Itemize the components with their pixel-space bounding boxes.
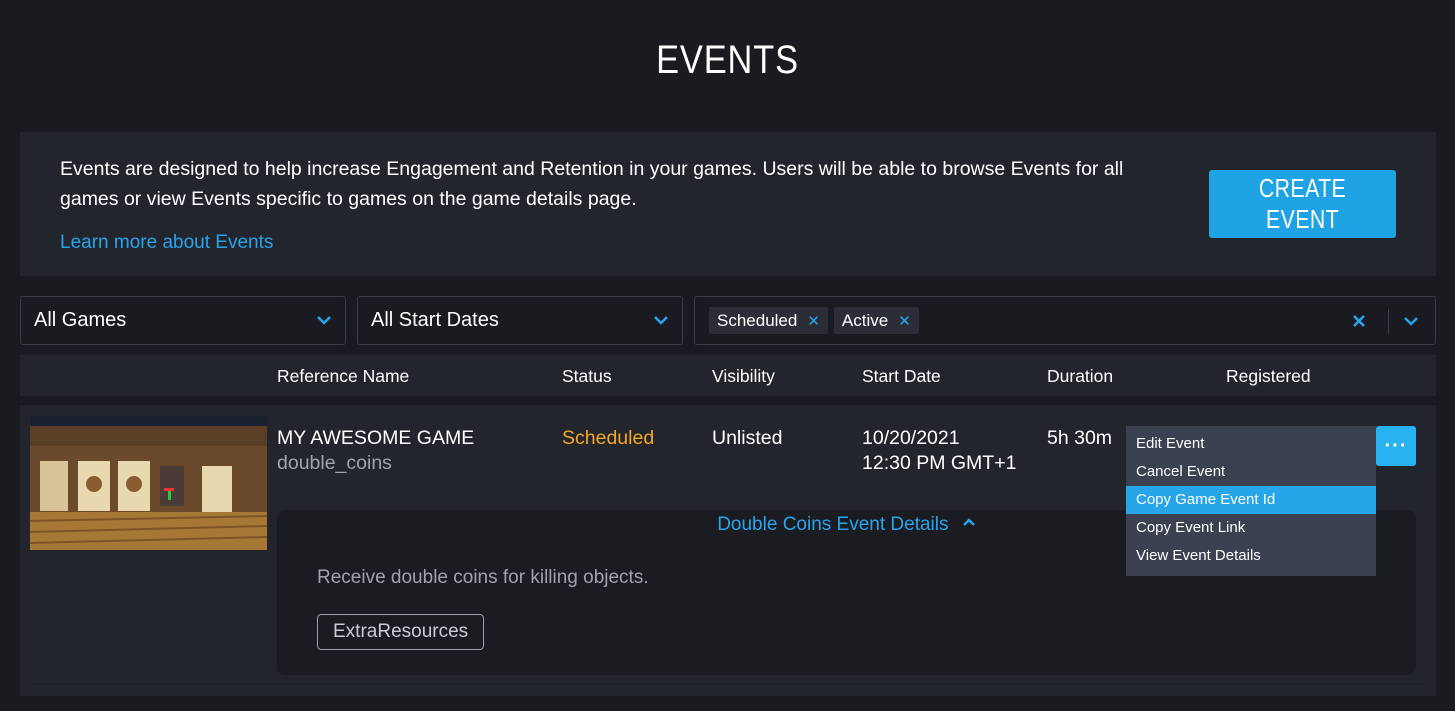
status-chip-active: Active ✕ xyxy=(833,307,919,334)
page-title: EVENTS xyxy=(656,38,799,82)
start-dates-filter-dropdown[interactable]: All Start Dates xyxy=(357,296,683,345)
column-header-start-date: Start Date xyxy=(862,366,941,386)
chevron-down-icon xyxy=(654,316,668,325)
more-icon: ··· xyxy=(1384,434,1408,457)
menu-item-view-event-details[interactable]: View Event Details xyxy=(1126,542,1376,570)
menu-item-cancel-event[interactable]: Cancel Event xyxy=(1126,458,1376,486)
event-actions-menu: Edit Event Cancel Event Copy Game Event … xyxy=(1126,426,1376,576)
event-visibility: Unlisted xyxy=(712,427,783,449)
chevron-down-icon[interactable] xyxy=(1402,312,1420,330)
start-date-value: 10/20/2021 xyxy=(862,427,960,449)
more-options-button[interactable]: ··· xyxy=(1376,426,1416,466)
games-filter-value: All Games xyxy=(34,309,127,331)
event-duration: 5h 30m xyxy=(1047,427,1113,449)
column-header-reference-name: Reference Name xyxy=(277,366,410,386)
game-thumbnail xyxy=(30,416,267,550)
column-header-duration: Duration xyxy=(1047,366,1114,386)
column-header-status: Status xyxy=(562,366,612,386)
event-description: Receive double coins for killing objects… xyxy=(317,567,649,588)
dates-filter-value: All Start Dates xyxy=(371,309,499,331)
event-name-cell: MY AWESOME GAME double_coins xyxy=(277,426,474,476)
event-tag: ExtraResources xyxy=(317,614,485,650)
clear-all-icon[interactable] xyxy=(1350,312,1368,330)
divider xyxy=(1388,309,1389,334)
column-header-visibility: Visibility xyxy=(712,366,775,386)
table-header: Reference Name Status Visibility Start D… xyxy=(20,355,1436,396)
chip-label: Scheduled xyxy=(717,310,798,330)
details-toggle-label: Double Coins Event Details xyxy=(717,514,949,535)
learn-more-link[interactable]: Learn more about Events xyxy=(60,232,273,254)
remove-chip-icon[interactable]: ✕ xyxy=(898,312,911,330)
menu-item-copy-event-link[interactable]: Copy Event Link xyxy=(1126,514,1376,542)
create-event-label: CREATE EVENT xyxy=(1258,173,1347,234)
event-row-inner: MY AWESOME GAME double_coins Scheduled U… xyxy=(30,405,1426,685)
event-start-date: 10/20/2021 12:30 PM GMT+1 xyxy=(862,426,1016,476)
chip-label: Active xyxy=(841,310,889,330)
menu-item-edit-event[interactable]: Edit Event xyxy=(1126,430,1376,458)
event-reference: double_coins xyxy=(277,452,392,474)
start-time-value: 12:30 PM GMT+1 xyxy=(862,452,1017,474)
remove-chip-icon[interactable]: ✕ xyxy=(807,312,820,330)
event-title: MY AWESOME GAME xyxy=(277,427,475,449)
games-filter-dropdown[interactable]: All Games xyxy=(20,296,346,345)
game-thumbnail-image xyxy=(30,416,267,550)
intro-text: Events are designed to help increase Eng… xyxy=(60,158,1124,210)
menu-item-copy-game-event-id[interactable]: Copy Game Event Id xyxy=(1126,486,1376,514)
chevron-down-icon xyxy=(317,316,331,325)
intro-panel: Events are designed to help increase Eng… xyxy=(20,132,1436,276)
column-header-registered: Registered xyxy=(1226,366,1311,386)
chevron-up-icon xyxy=(962,518,975,526)
status-chip-scheduled: Scheduled ✕ xyxy=(709,307,828,334)
status-filter-multiselect[interactable]: Scheduled ✕ Active ✕ xyxy=(694,296,1436,345)
event-status: Scheduled xyxy=(562,427,655,449)
create-event-button[interactable]: CREATE EVENT xyxy=(1209,170,1396,238)
event-row: MY AWESOME GAME double_coins Scheduled U… xyxy=(20,405,1436,696)
